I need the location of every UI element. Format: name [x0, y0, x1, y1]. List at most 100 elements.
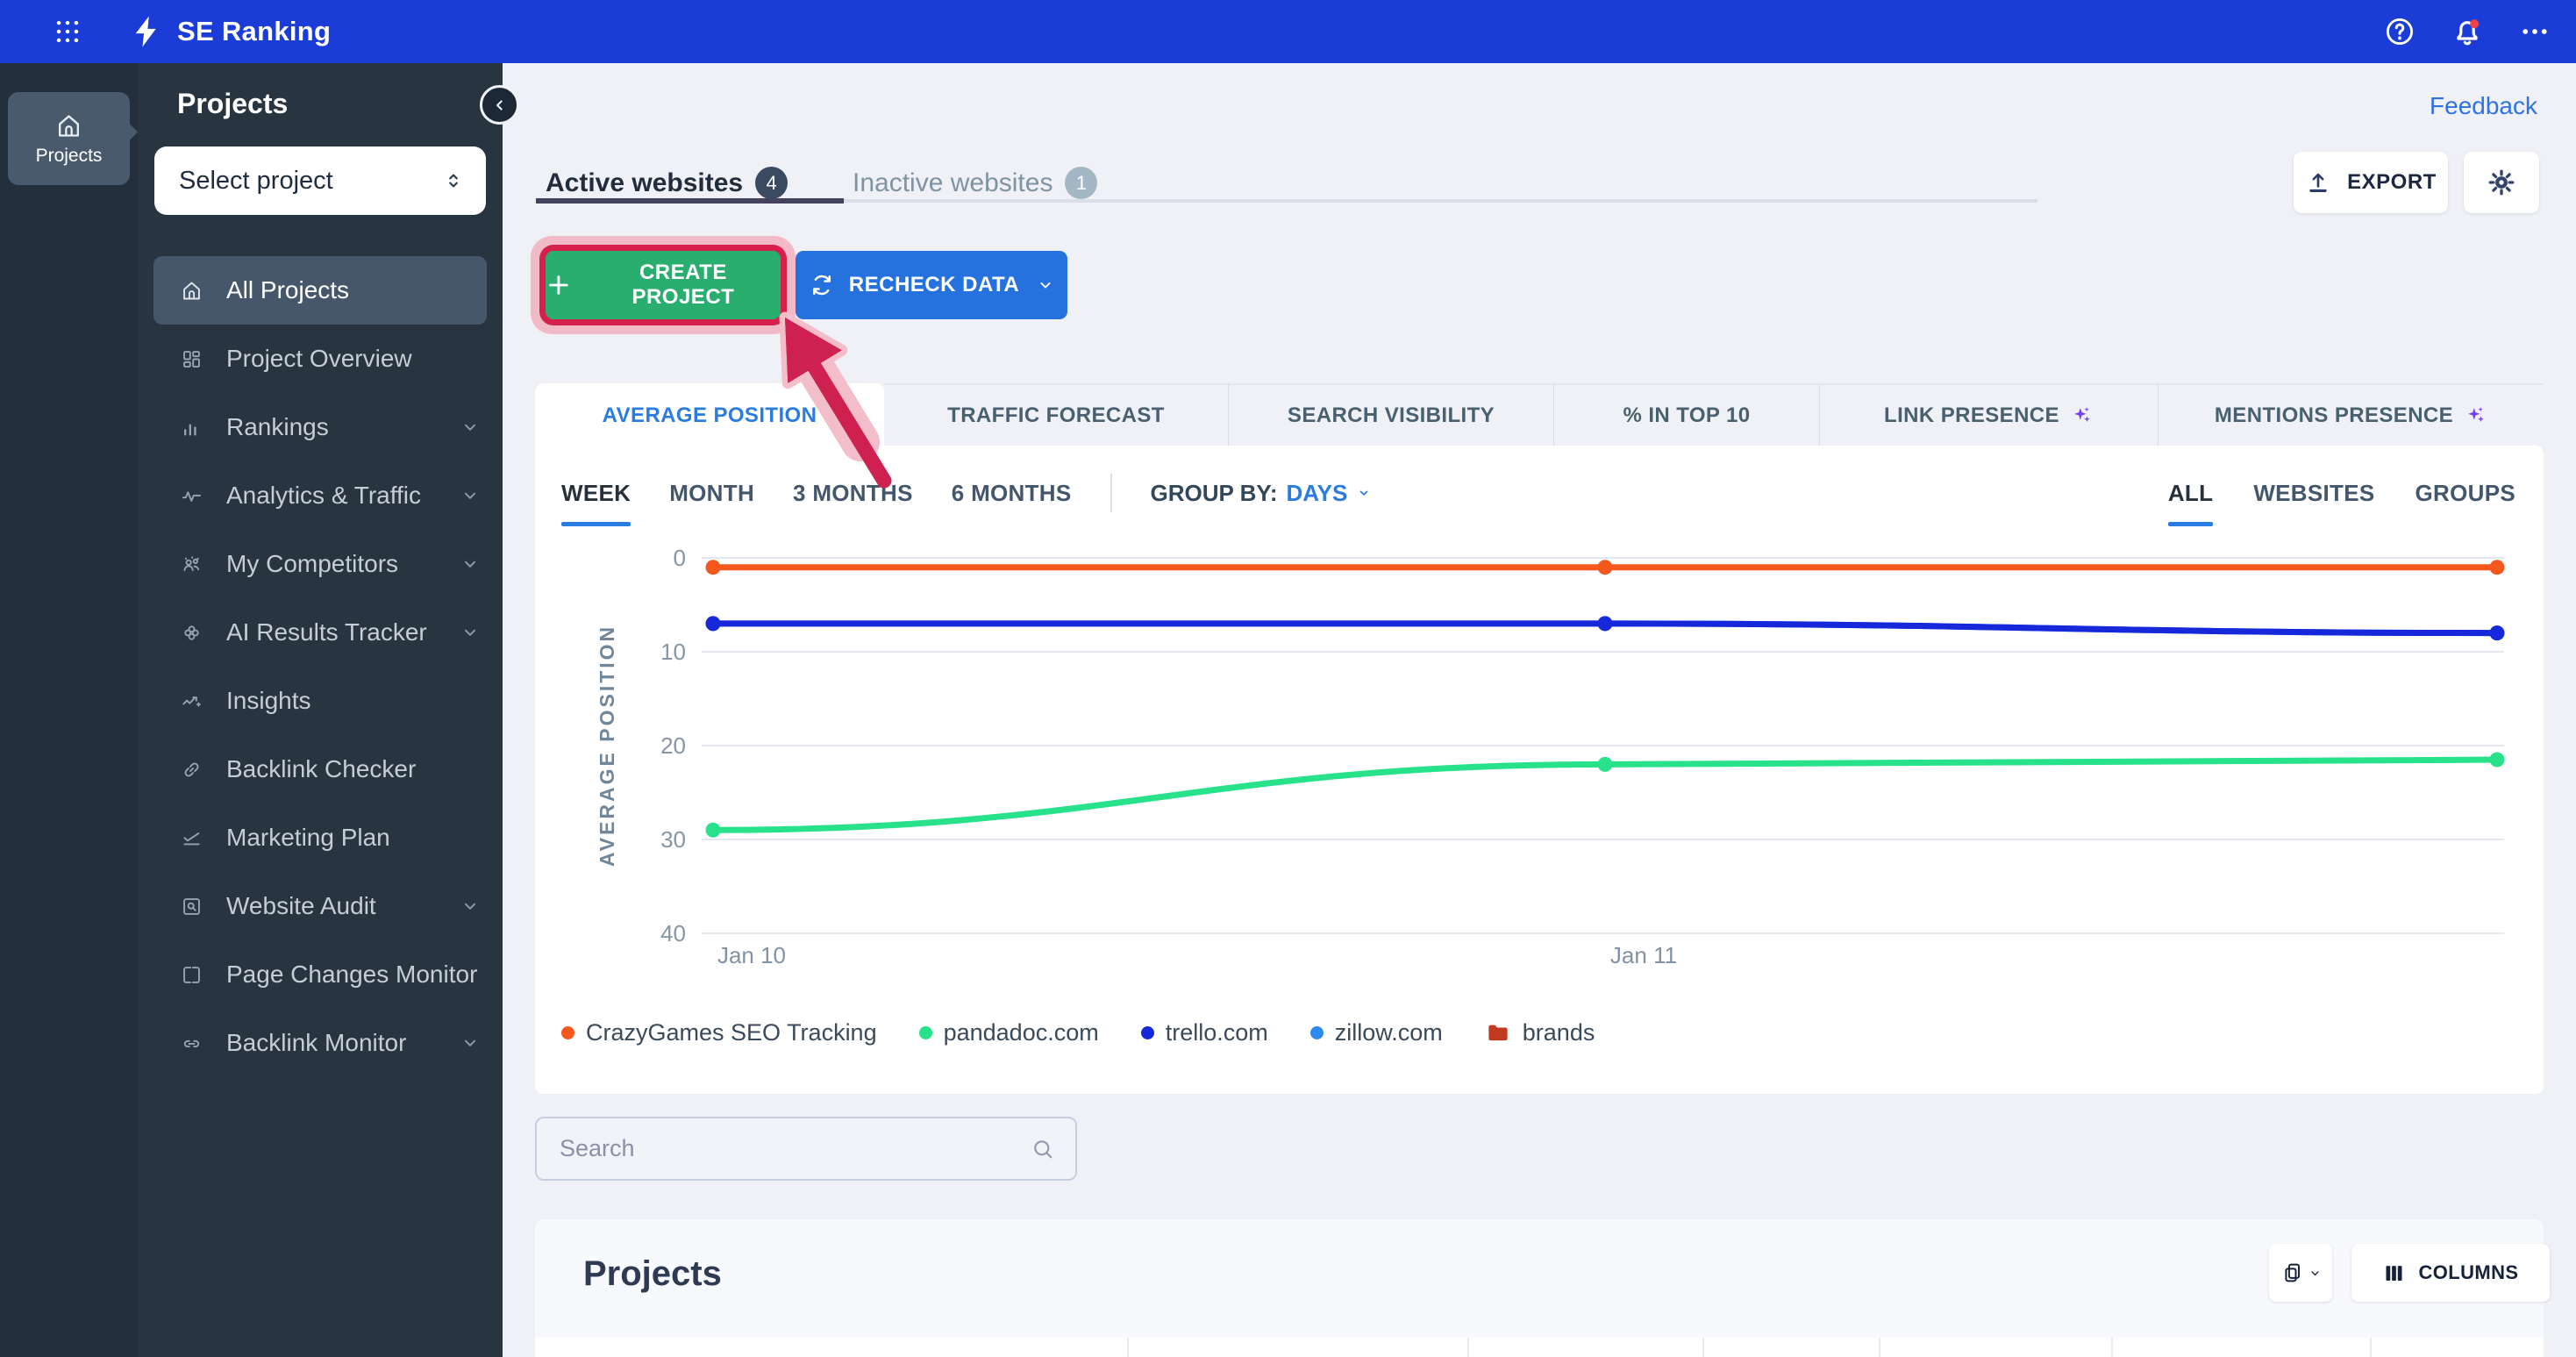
table-column-divider: [1879, 1338, 1880, 1357]
legend-dot: [1141, 1026, 1154, 1039]
chevron-down-icon: [1037, 276, 1054, 294]
sidebar-item-label: Marketing Plan: [226, 824, 480, 852]
rail-item-projects[interactable]: Projects: [8, 92, 130, 185]
sidebar-collapse-button[interactable]: [480, 85, 519, 125]
svg-text:10: 10: [660, 639, 686, 665]
sidebar-item-website-audit[interactable]: Website Audit: [138, 872, 503, 940]
range-tab-month[interactable]: MONTH: [669, 480, 754, 507]
svg-text:AVERAGE POSITION: AVERAGE POSITION: [596, 625, 618, 867]
metric-tab-search-visibility[interactable]: SEARCH VISIBILITY: [1228, 383, 1553, 446]
rankings-bars-icon: [180, 416, 203, 439]
sidebar-item-backlink-checker[interactable]: Backlink Checker: [138, 735, 503, 803]
recheck-data-button[interactable]: RECHECK DATA: [796, 251, 1067, 319]
copy-view-button[interactable]: [2269, 1244, 2332, 1302]
table-column-divider: [1467, 1338, 1469, 1357]
projects-heading: Projects: [583, 1254, 722, 1294]
sidebar-item-backlink-monitor[interactable]: Backlink Monitor: [138, 1009, 503, 1077]
chevron-down-icon: [460, 896, 480, 916]
svg-text:Jan 11: Jan 11: [1610, 942, 1677, 968]
more-ellipsis-icon[interactable]: [2518, 15, 2551, 48]
group-by-control[interactable]: GROUP BY: DAYS: [1151, 480, 1373, 507]
tab-active-websites[interactable]: Active websites 4: [546, 167, 788, 199]
feedback-link[interactable]: Feedback: [2430, 92, 2537, 120]
projects-table-header: [535, 1338, 2544, 1357]
help-icon[interactable]: [2383, 15, 2416, 48]
sidebar-item-label: Backlink Monitor: [226, 1029, 460, 1057]
tab-label: Inactive websites: [853, 168, 1053, 198]
left-rail: Projects: [0, 63, 138, 1357]
sidebar-item-rankings[interactable]: Rankings: [138, 393, 503, 461]
legend-item-trello-com[interactable]: trello.com: [1141, 1019, 1268, 1046]
sidebar-menu: All Projects Project Overview Rankings A…: [138, 256, 503, 1077]
home-icon: [54, 111, 83, 140]
metric-tab--in-top-10[interactable]: % IN TOP 10: [1553, 383, 1819, 446]
sidebar-item-analytics-traffic[interactable]: Analytics & Traffic: [138, 461, 503, 530]
metric-tab-label: MENTIONS PRESENCE: [2215, 404, 2453, 428]
metric-tab-traffic-forecast[interactable]: TRAFFIC FORECAST: [884, 383, 1228, 446]
gear-icon: [2486, 167, 2517, 198]
analytics-pulse-icon: [180, 484, 203, 508]
average-position-chart: 010203040Jan 10Jan 11AVERAGE POSITION: [535, 526, 2544, 982]
svg-text:30: 30: [660, 826, 686, 853]
chevron-down-icon: [460, 486, 480, 505]
sidebar-item-label: Rankings: [226, 413, 460, 441]
export-button[interactable]: EXPORT: [2294, 152, 2448, 213]
range-tabs: WEEK MONTH 3 MONTHS 6 MONTHS GROUP BY: DAYS: [561, 465, 1372, 521]
columns-button[interactable]: COLUMNS: [2351, 1244, 2550, 1302]
scope-tab-groups[interactable]: GROUPS: [2415, 480, 2515, 507]
marketing-plan-check-icon: [180, 826, 203, 850]
chain-link-icon: [180, 1032, 203, 1055]
search-box: [535, 1117, 1077, 1181]
metric-tab-mentions-presence[interactable]: MENTIONS PRESENCE: [2158, 383, 2544, 446]
metric-tab-link-presence[interactable]: LINK PRESENCE: [1819, 383, 2158, 446]
settings-button[interactable]: [2464, 152, 2539, 213]
competitors-people-icon: [180, 553, 203, 576]
overview-grid-icon: [180, 347, 203, 371]
copy-icon: [2280, 1261, 2305, 1285]
table-column-divider: [1127, 1338, 1129, 1357]
sidebar-item-project-overview[interactable]: Project Overview: [138, 325, 503, 393]
range-tab-6-months[interactable]: 6 MONTHS: [952, 480, 1072, 507]
metric-tab-average-position[interactable]: AVERAGE POSITION: [535, 383, 884, 446]
folder-icon: [1485, 1020, 1511, 1046]
metric-tab-label: SEARCH VISIBILITY: [1288, 404, 1495, 428]
legend-label: CrazyGames SEO Tracking: [586, 1019, 877, 1046]
refresh-icon: [809, 272, 835, 298]
chevron-down-icon: [460, 1033, 480, 1053]
tab-count-badge: 1: [1065, 167, 1097, 199]
sidebar-item-page-changes-monitor[interactable]: Page Changes Monitor: [138, 940, 503, 1009]
legend-item-brands[interactable]: brands: [1485, 1019, 1595, 1046]
sidebar-item-ai-results-tracker[interactable]: AI Results Tracker: [138, 598, 503, 667]
tab-inactive-websites[interactable]: Inactive websites 1: [853, 167, 1097, 199]
search-input[interactable]: [560, 1135, 1030, 1162]
range-tab-3-months[interactable]: 3 MONTHS: [793, 480, 913, 507]
chart-legend: CrazyGames SEO Tracking pandadoc.com tre…: [561, 1019, 1595, 1046]
sidebar-title: Projects: [177, 88, 288, 120]
legend-item-zillow-com[interactable]: zillow.com: [1310, 1019, 1443, 1046]
table-column-divider: [1702, 1338, 1704, 1357]
sidebar-item-insights[interactable]: Insights: [138, 667, 503, 735]
columns-icon: [2382, 1261, 2406, 1285]
range-tab-week[interactable]: WEEK: [561, 480, 631, 507]
chevron-down-icon: [460, 623, 480, 642]
legend-label: zillow.com: [1335, 1019, 1443, 1046]
legend-item-crazygames-seo-tracking[interactable]: CrazyGames SEO Tracking: [561, 1019, 877, 1046]
metric-tab-label: % IN TOP 10: [1623, 404, 1751, 428]
sidebar-item-marketing-plan[interactable]: Marketing Plan: [138, 803, 503, 872]
sidebar-item-my-competitors[interactable]: My Competitors: [138, 530, 503, 598]
svg-text:40: 40: [660, 920, 686, 946]
columns-label: COLUMNS: [2418, 1261, 2518, 1284]
legend-dot: [561, 1026, 574, 1039]
legend-item-pandadoc-com[interactable]: pandadoc.com: [919, 1019, 1099, 1046]
topbar: SE Ranking: [0, 0, 2576, 63]
scope-tab-all[interactable]: ALL: [2168, 480, 2213, 507]
apps-grid-icon[interactable]: [53, 17, 82, 46]
sidebar-item-label: My Competitors: [226, 550, 460, 578]
chevron-down-icon: [1356, 485, 1372, 501]
scope-tab-websites[interactable]: WEBSITES: [2253, 480, 2374, 507]
project-select-dropdown[interactable]: Select project: [154, 146, 486, 215]
notifications-bell-icon[interactable]: [2450, 14, 2485, 49]
create-project-button[interactable]: CREATE PROJECT: [546, 251, 781, 319]
sidebar-item-all-projects[interactable]: All Projects: [153, 256, 487, 325]
recheck-data-label: RECHECK DATA: [849, 273, 1019, 297]
